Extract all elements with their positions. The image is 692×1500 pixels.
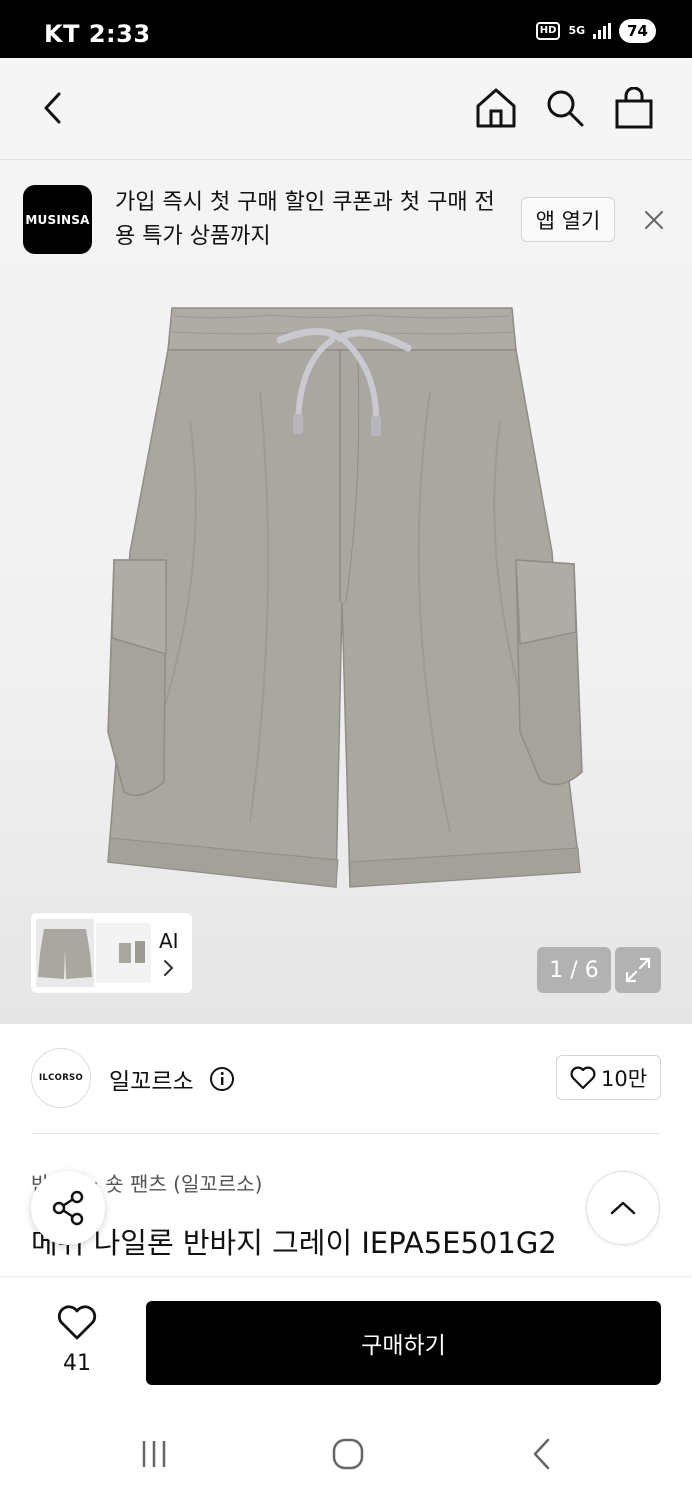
top-nav <box>0 58 692 160</box>
thumbnail-image <box>34 917 96 989</box>
purchase-bar: 41 구매하기 <box>0 1276 692 1404</box>
buy-button[interactable]: 구매하기 <box>146 1301 661 1385</box>
brand-row: ILCORSO 일꼬르소 10만 <box>31 1046 661 1134</box>
search-icon[interactable] <box>543 86 587 130</box>
status-time: KT 2:33 <box>44 20 151 48</box>
status-icons: HD 5G 74 <box>535 19 656 43</box>
banner-message: 가입 즉시 첫 구매 할인 쿠폰과 첫 구매 전용 특가 상품까지 <box>115 190 495 249</box>
network-label: 5G <box>568 24 586 37</box>
expand-icon[interactable] <box>615 947 661 993</box>
wish-count: 41 <box>63 1351 91 1376</box>
system-back-icon[interactable] <box>522 1434 562 1474</box>
status-bar: KT 2:33 HD 5G 74 <box>0 0 692 58</box>
share-icon <box>52 1190 84 1226</box>
chevron-right-icon <box>162 959 174 981</box>
heart-icon <box>570 1066 596 1089</box>
home-icon[interactable] <box>474 86 518 130</box>
recent-apps-icon[interactable] <box>134 1434 174 1474</box>
ai-thumbnail-card[interactable]: AI <box>31 913 192 993</box>
product-media: MUSINSA 가입 즉시 첫 구매 할인 쿠폰과 첫 구매 전용 특가 상품까… <box>0 160 692 1024</box>
chevron-up-icon <box>610 1201 636 1215</box>
info-icon[interactable] <box>209 1066 235 1096</box>
product-name: 메쉬 나일론 반바지 그레이 IEPA5E501G2 <box>31 1226 557 1260</box>
open-app-button[interactable]: 앱 열기 <box>521 197 615 242</box>
wish-button[interactable] <box>56 1305 98 1345</box>
ai-label: AI <box>159 929 179 953</box>
home-button-icon[interactable] <box>328 1434 368 1474</box>
signal-icon <box>593 23 612 39</box>
back-arrow-icon[interactable] <box>32 86 76 130</box>
scroll-top-button[interactable] <box>586 1171 660 1245</box>
battery-icon: 74 <box>619 19 656 43</box>
thumbnail-secondary <box>91 923 151 983</box>
share-button[interactable] <box>31 1171 105 1245</box>
musinsa-logo: MUSINSA <box>23 185 92 254</box>
close-icon[interactable] <box>638 204 670 236</box>
hd-icon: HD <box>535 22 561 40</box>
image-counter: 1 / 6 <box>537 947 611 993</box>
brand-like-button[interactable]: 10만 <box>556 1055 661 1100</box>
product-image[interactable] <box>100 302 590 892</box>
brand-name[interactable]: 일꼬르소 <box>109 1062 194 1096</box>
app-install-banner: MUSINSA 가입 즉시 첫 구매 할인 쿠폰과 첫 구매 전용 특가 상품까… <box>0 160 692 280</box>
brand-logo[interactable]: ILCORSO <box>31 1048 91 1108</box>
system-nav-bar <box>0 1404 692 1500</box>
shopping-bag-icon[interactable] <box>612 86 656 130</box>
heart-icon <box>57 1305 97 1340</box>
brand-like-count: 10만 <box>600 1066 648 1091</box>
